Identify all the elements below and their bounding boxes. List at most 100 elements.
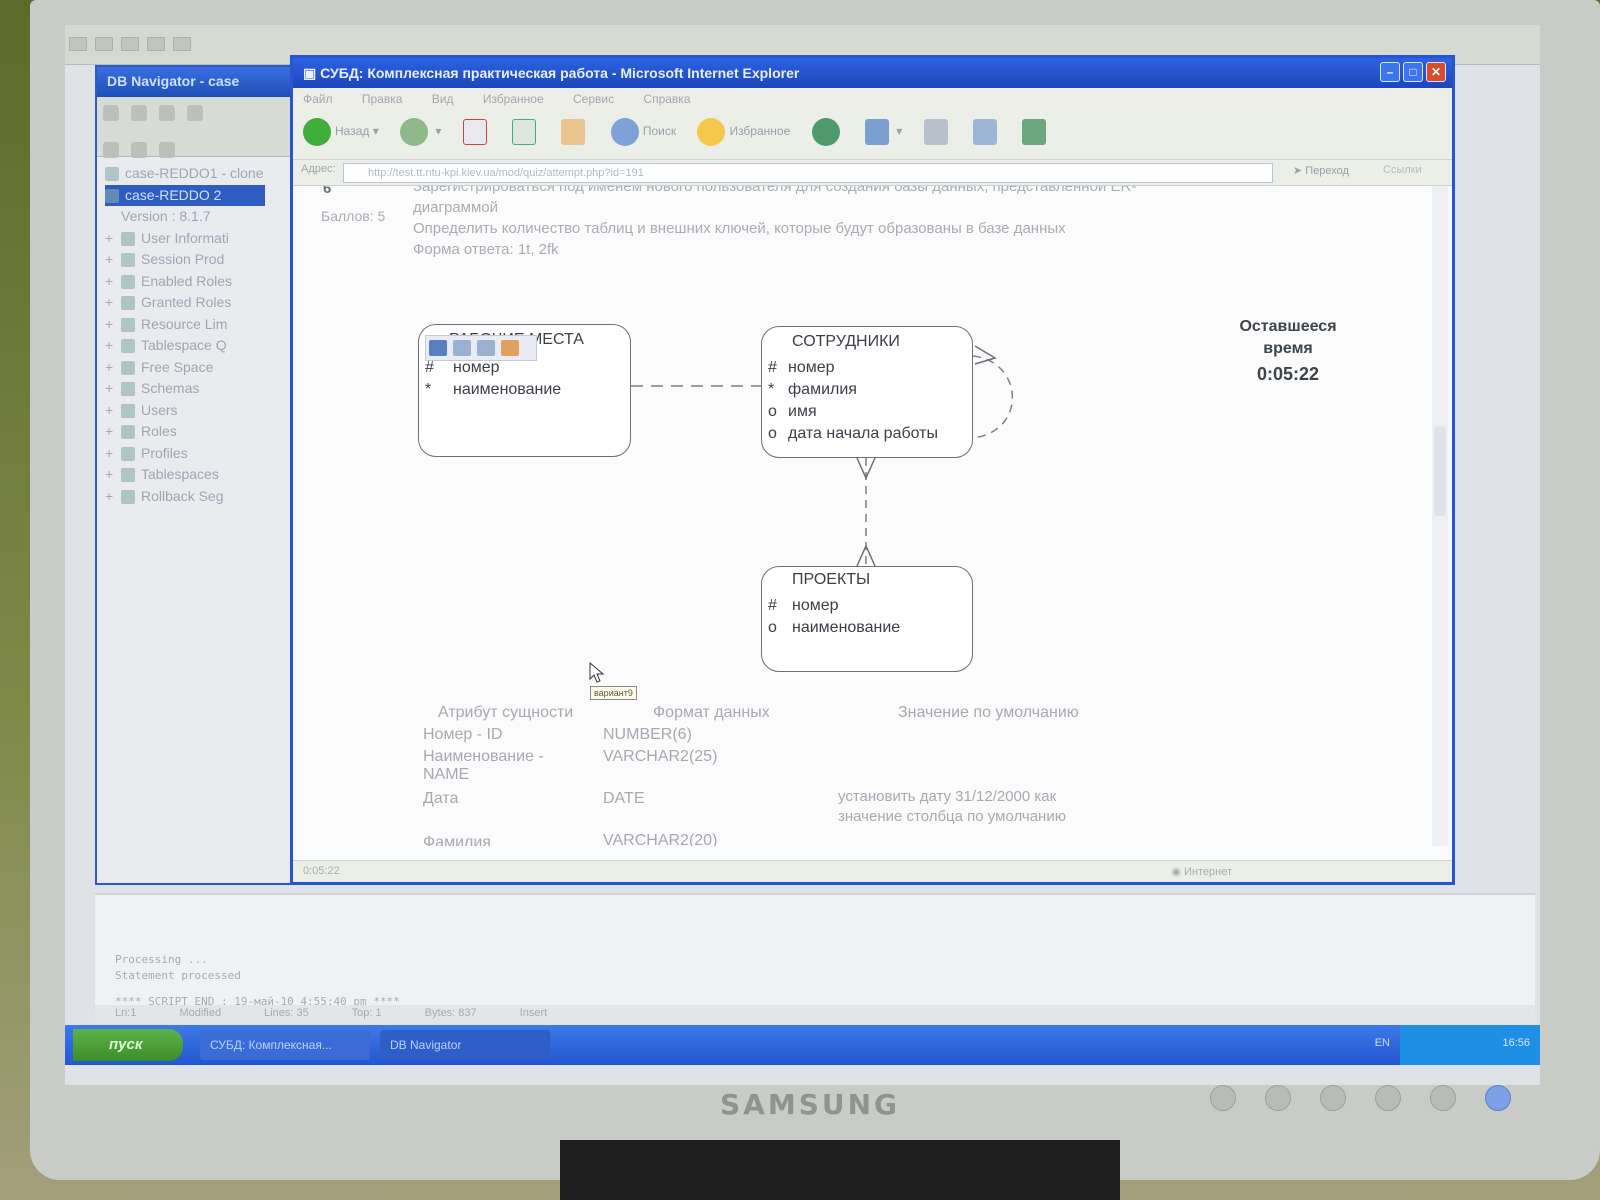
table-header: Значение по умолчанию <box>898 704 1079 721</box>
messenger-button[interactable] <box>1022 119 1050 145</box>
forward-button[interactable]: ▾ <box>400 118 441 146</box>
entity-attribute: # номер <box>768 597 839 615</box>
menu-file[interactable]: Файл <box>303 92 333 106</box>
taskbar-item-browser[interactable]: СУБД: Комплексная... <box>200 1030 370 1060</box>
links-button[interactable]: Ссылки <box>1383 164 1422 176</box>
entity-employees[interactable]: СОТРУДНИКИ # номер * фамилия o имя o дата на… <box>761 326 973 458</box>
mail-icon[interactable] <box>477 340 495 356</box>
stop-icon <box>462 119 487 145</box>
status-field: Ln:1 <box>115 1007 137 1019</box>
toolbar-icon[interactable] <box>147 37 165 51</box>
print-icon[interactable] <box>453 340 471 356</box>
monitor-button[interactable] <box>1375 1085 1401 1111</box>
monitor-brand-logo: SAMSUNG <box>720 1088 901 1121</box>
refresh-icon[interactable] <box>187 105 203 121</box>
menu-view[interactable]: Вид <box>432 92 454 106</box>
table-cell: NUMBER(6) <box>603 726 692 743</box>
tree-item-label: Tablespace Q <box>141 337 227 353</box>
filter-icon[interactable] <box>159 105 175 121</box>
screen: DB Navigator - case case-REDDO1 - clone … <box>65 25 1540 1085</box>
menu-tools[interactable]: Сервис <box>573 92 614 106</box>
refresh-button[interactable] <box>512 119 540 145</box>
sort-icon[interactable] <box>159 142 175 158</box>
entity-attribute: o наименование <box>768 619 900 637</box>
go-button[interactable]: ➤ Переход <box>1293 164 1349 177</box>
stop-button[interactable] <box>462 119 491 145</box>
filter-icon[interactable] <box>131 142 147 158</box>
entity-projects[interactable]: ПРОЕКТЫ # номер o наименование <box>761 566 973 672</box>
menu-help[interactable]: Справка <box>643 92 690 106</box>
taskbar-item-dbnavigator[interactable]: DB Navigator <box>380 1030 550 1060</box>
table-cell: Фамилия <box>423 834 491 846</box>
close-icon[interactable]: ✕ <box>1426 62 1446 82</box>
entity-workplaces[interactable]: РАБОЧИЕ МЕСТА #номер *наименование <box>418 324 631 457</box>
image-toolbar <box>425 335 537 361</box>
attribute-name: наименование <box>792 619 901 636</box>
tree-selected-node[interactable]: case-REDDO 2 <box>105 184 265 206</box>
self-relationship <box>972 355 1014 439</box>
address-bar: Адрес: http://test.tt.ntu-kpi.kiev.ua/mo… <box>293 160 1452 186</box>
browser-toolbar: Назад ▾ ▾ Поиск Избранное ▾ <box>293 112 1452 160</box>
start-button[interactable]: пуск <box>73 1029 183 1061</box>
back-button[interactable]: Назад ▾ <box>303 118 379 146</box>
editor-status-bar: Ln:1 Modified Lines: 35 Top: 1 Bytes: 83… <box>95 1005 1535 1023</box>
language-indicator[interactable]: EN <box>1375 1037 1390 1049</box>
mail-icon <box>864 119 889 145</box>
print-button[interactable] <box>923 119 952 145</box>
check-icon <box>121 253 135 268</box>
folder-icon[interactable] <box>501 340 519 356</box>
tree-item-label: User Informati <box>141 229 229 246</box>
status-field: Insert <box>519 1007 548 1019</box>
edit-icon <box>973 119 997 145</box>
database-icon <box>105 188 119 203</box>
monitor-button[interactable] <box>1320 1085 1346 1111</box>
power-button[interactable] <box>1485 1085 1511 1111</box>
tree-item-label: Roles <box>141 423 177 439</box>
address-input[interactable]: http://test.tt.ntu-kpi.kiev.ua/mod/quiz/… <box>343 163 1273 183</box>
monitor-button[interactable] <box>1210 1085 1236 1111</box>
attribute-name: номер <box>788 359 835 376</box>
table-cell: значение столбца по умолчанию <box>838 808 1066 825</box>
favorites-label: Избранное <box>729 124 791 139</box>
monitor-button[interactable] <box>1265 1085 1291 1111</box>
browser-menu-bar: Файл Правка Вид Избранное Сервис Справка <box>293 88 1452 112</box>
toolbar-icon[interactable] <box>121 37 139 51</box>
monitor-button[interactable] <box>1430 1085 1456 1111</box>
timer-label: время <box>1263 340 1313 357</box>
back-icon[interactable] <box>103 105 119 121</box>
scrollbar-thumb[interactable] <box>1434 426 1446 516</box>
toolbar-icon[interactable] <box>95 37 113 51</box>
minimize-icon[interactable]: – <box>1380 62 1400 82</box>
history-icon <box>811 118 840 146</box>
attribute-name: номер <box>453 359 500 376</box>
favorites-button[interactable]: Избранное <box>697 118 790 146</box>
edit-button[interactable] <box>973 119 1001 145</box>
menu-edit[interactable]: Правка <box>362 92 403 106</box>
menu-favorites[interactable]: Избранное <box>483 92 544 106</box>
browser-titlebar: ▣ СУБД: Комплексная практическая работа … <box>293 58 1452 88</box>
toolbar-icon[interactable] <box>69 37 87 51</box>
search-button[interactable]: Поиск <box>610 118 676 146</box>
attribute-marker: # <box>768 597 777 614</box>
save-icon[interactable] <box>429 340 447 356</box>
tablespace-icon <box>121 468 135 483</box>
history-button[interactable] <box>811 118 844 146</box>
remaining-time: Оставшееся время 0:05:22 <box>1218 316 1358 385</box>
print-icon[interactable] <box>103 142 119 158</box>
maximize-icon[interactable]: □ <box>1403 62 1423 82</box>
entity-attribute: # номер <box>425 359 500 377</box>
pie-icon <box>121 360 135 375</box>
entity-attribute: o дата начала работы <box>768 425 938 443</box>
table-cell: установить дату 31/12/2000 как <box>838 788 1057 805</box>
tree-item-label: Rollback Seg <box>141 487 224 504</box>
browser-status-bar: 0:05:22 ◉ Интернет <box>293 860 1452 882</box>
mail-button[interactable]: ▾ <box>864 119 902 145</box>
forward-icon[interactable] <box>131 105 147 121</box>
entity-attribute: * наименование <box>425 381 561 399</box>
vertical-scrollbar[interactable] <box>1432 186 1448 846</box>
attribute-marker: o <box>768 425 777 442</box>
back-arrow-icon <box>303 118 331 146</box>
home-button[interactable] <box>561 119 589 145</box>
role-icon <box>121 425 135 440</box>
toolbar-icon[interactable] <box>173 37 191 51</box>
